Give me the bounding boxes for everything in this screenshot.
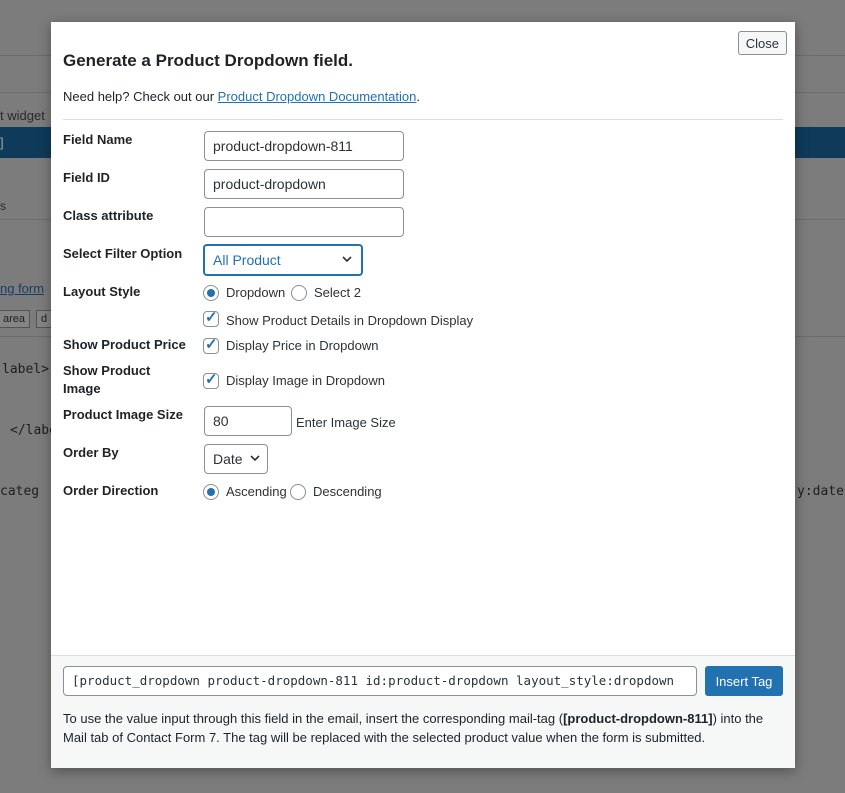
bg-bracket: ] bbox=[0, 135, 4, 150]
bg-code-categ: categ bbox=[0, 484, 40, 499]
bg-d-button: d bbox=[36, 310, 53, 328]
field-id-input[interactable] bbox=[204, 169, 404, 199]
order-by-value: Date bbox=[213, 451, 243, 467]
descending-label: Descending bbox=[313, 484, 382, 499]
checkmark-icon: ✓ bbox=[205, 371, 218, 388]
dialog-title: Generate a Product Dropdown field. bbox=[63, 51, 353, 70]
mail-tag-note: To use the value input through this fiel… bbox=[63, 709, 783, 747]
note-part1: To use the value input through this fiel… bbox=[63, 711, 564, 726]
checkmark-icon: ✓ bbox=[205, 336, 218, 353]
bg-code-label-open: label> bbox=[2, 362, 49, 377]
bg-widget-text: t widget bbox=[0, 108, 45, 123]
chevron-down-icon bbox=[249, 445, 261, 483]
show-price-label: Show Product Price bbox=[63, 337, 186, 352]
product-details-checkbox[interactable]: ✓ bbox=[203, 309, 219, 327]
descending-radio[interactable] bbox=[290, 484, 306, 500]
bg-code-date: y:date bbox=[797, 484, 844, 499]
order-by-select[interactable]: Date bbox=[204, 444, 268, 474]
chevron-down-icon bbox=[341, 246, 353, 284]
show-image-label: Show Product Image bbox=[63, 362, 150, 398]
image-size-hint: Enter Image Size bbox=[296, 415, 396, 430]
order-direction-label: Order Direction bbox=[63, 483, 159, 498]
order-by-label: Order By bbox=[63, 445, 119, 460]
filter-option-value: All Product bbox=[213, 252, 281, 268]
layout-select2-label: Select 2 bbox=[314, 285, 361, 300]
bg-link: ng form bbox=[0, 281, 45, 296]
display-image-checkbox[interactable]: ✓ bbox=[203, 371, 219, 389]
mail-tag: [product-dropdown-811] bbox=[563, 711, 713, 726]
filter-option-label: Select Filter Option bbox=[63, 246, 183, 261]
show-image-label-line1: Show Product bbox=[63, 363, 151, 378]
field-name-label: Field Name bbox=[63, 132, 133, 147]
filter-option-select[interactable]: All Product bbox=[204, 245, 362, 275]
help-suffix: . bbox=[416, 89, 421, 104]
ascending-radio[interactable] bbox=[203, 484, 219, 500]
image-size-input[interactable]: 80 bbox=[204, 406, 292, 436]
class-attribute-label: Class attribute bbox=[63, 208, 154, 223]
close-button[interactable]: Close bbox=[737, 31, 787, 55]
display-image-label: Display Image in Dropdown bbox=[226, 373, 385, 388]
help-text: Need help? Check out our Product Dropdow… bbox=[63, 89, 420, 104]
header-divider bbox=[63, 119, 783, 120]
layout-dropdown-radio[interactable] bbox=[203, 285, 219, 301]
bg-code-label-close: </labe bbox=[10, 423, 57, 438]
ascending-label: Ascending bbox=[226, 484, 287, 499]
image-size-label: Product Image Size bbox=[63, 407, 183, 422]
insert-tag-button[interactable]: Insert Tag bbox=[705, 666, 783, 696]
product-details-label: Show Product Details in Dropdown Display bbox=[226, 313, 474, 328]
layout-style-label: Layout Style bbox=[63, 284, 141, 299]
checkmark-icon: ✓ bbox=[205, 309, 218, 326]
class-attribute-input[interactable] bbox=[204, 207, 404, 237]
dialog-footer: [product_dropdown product-dropdown-811 i… bbox=[51, 655, 795, 768]
product-dropdown-dialog: Close Generate a Product Dropdown field.… bbox=[51, 22, 795, 768]
bg-area-button: area bbox=[0, 310, 31, 328]
documentation-link[interactable]: Product Dropdown Documentation bbox=[218, 89, 417, 104]
display-price-checkbox[interactable]: ✓ bbox=[203, 336, 219, 354]
shortcode-output[interactable]: [product_dropdown product-dropdown-811 i… bbox=[63, 666, 697, 696]
help-prefix: Need help? Check out our bbox=[63, 89, 218, 104]
show-image-label-line2: Image bbox=[63, 381, 101, 396]
field-name-input[interactable] bbox=[204, 131, 404, 161]
field-id-label: Field ID bbox=[63, 170, 110, 185]
display-price-label: Display Price in Dropdown bbox=[226, 338, 379, 353]
bg-tab: s bbox=[0, 199, 6, 213]
layout-dropdown-label: Dropdown bbox=[226, 285, 286, 300]
layout-select2-radio[interactable] bbox=[291, 285, 307, 301]
